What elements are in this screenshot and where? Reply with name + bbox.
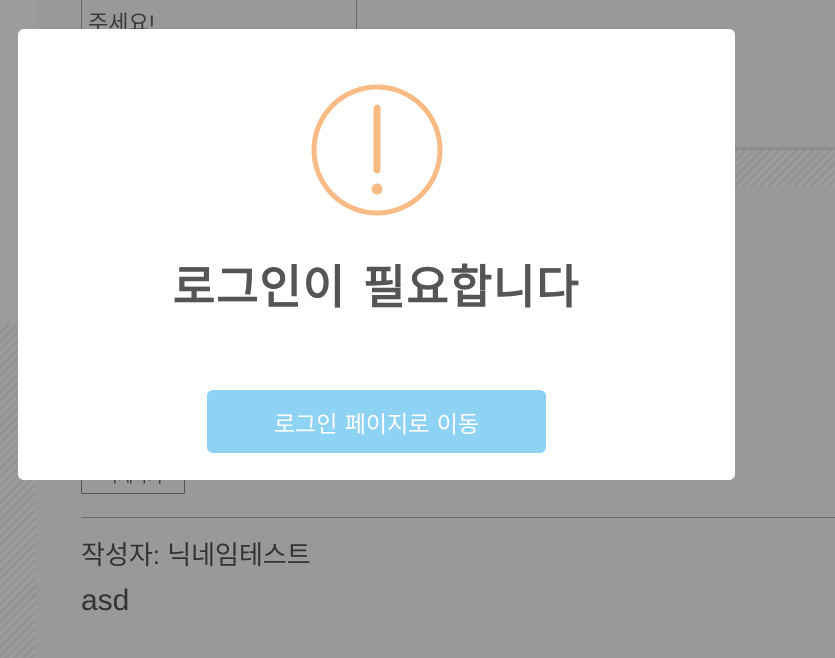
striped-band bbox=[735, 147, 835, 186]
login-required-modal: 로그인이 필요합니다 로그인 페이지로 이동 bbox=[18, 29, 735, 480]
comment-author: 작성자: 닉네임테스트 bbox=[81, 540, 311, 570]
warning-circle-icon bbox=[311, 84, 443, 216]
go-to-login-button[interactable]: 로그인 페이지로 이동 bbox=[207, 390, 546, 453]
comment-text: asd bbox=[81, 584, 130, 617]
modal-title: 로그인이 필요합니다 bbox=[173, 260, 580, 314]
divider bbox=[81, 517, 835, 518]
